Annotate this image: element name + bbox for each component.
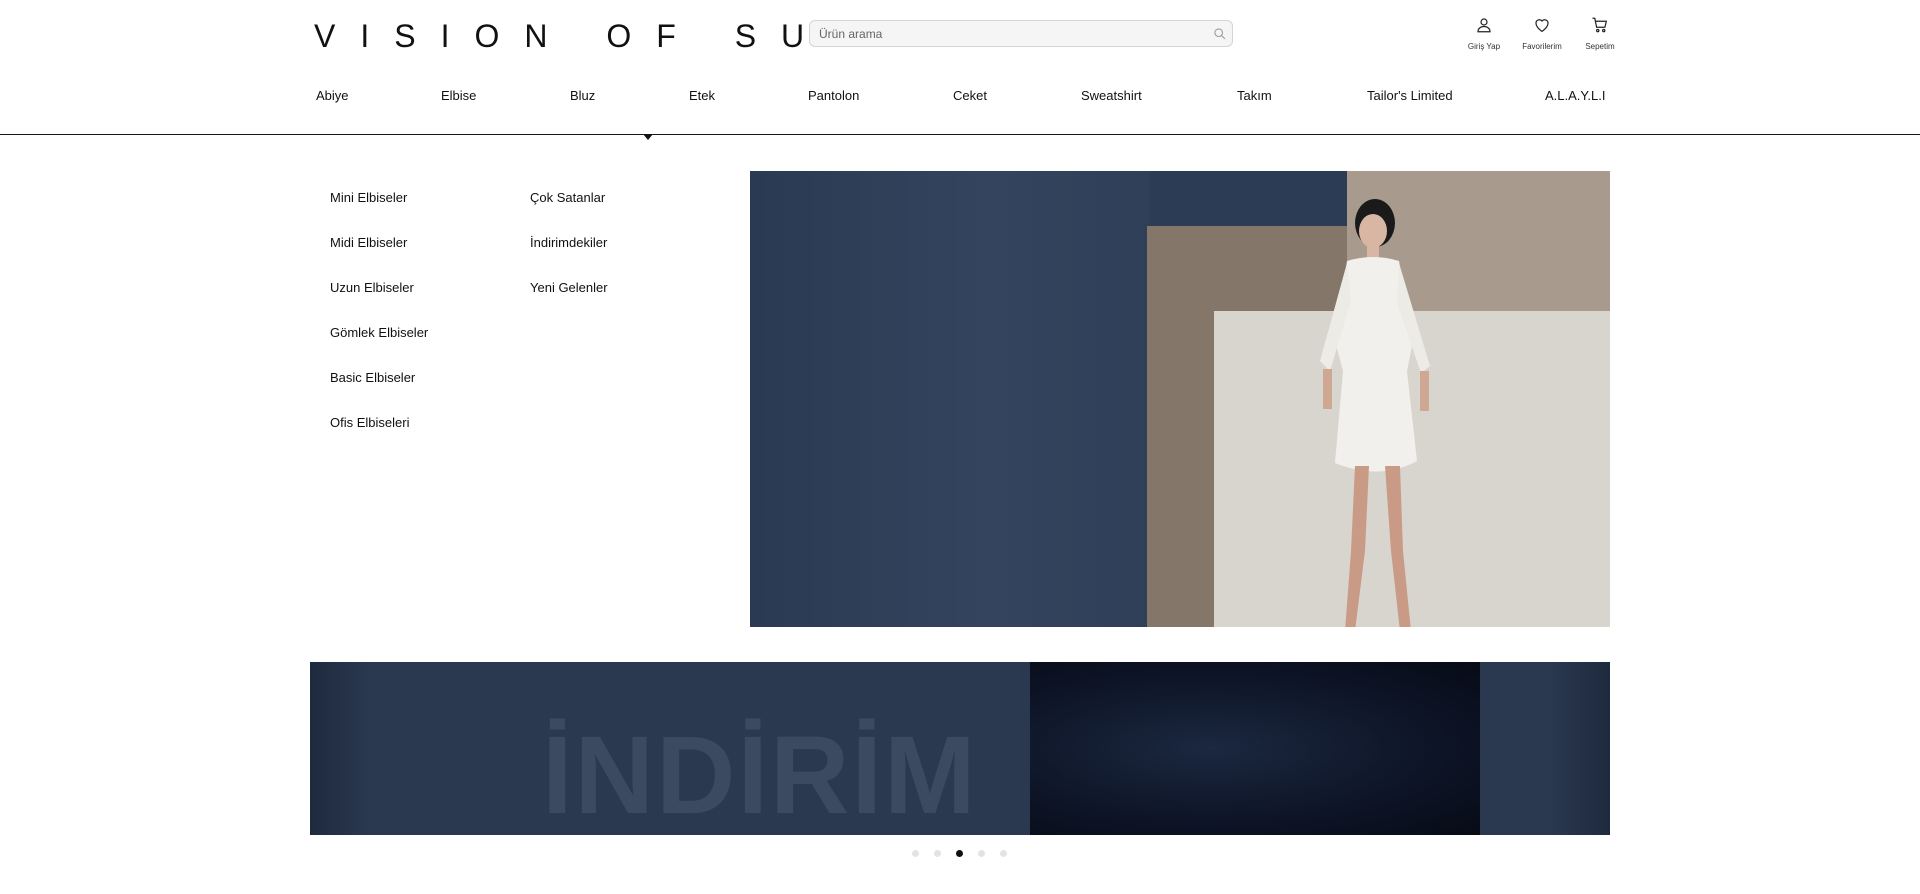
banner-fabric-image — [1030, 662, 1480, 835]
user-icon — [1475, 16, 1493, 39]
nav-item-sweatshirt[interactable]: Sweatshirt — [1081, 88, 1142, 103]
favorites-label: Favorilerim — [1522, 42, 1562, 51]
mega-menu-collections: Çok Satanlar İndirimdekiler Yeni Gelenle… — [530, 180, 608, 315]
menu-link-yeni-gelenler[interactable]: Yeni Gelenler — [530, 270, 608, 315]
login-label: Giriş Yap — [1467, 42, 1501, 51]
site-header: VISION OF SULZ Giriş Yap Favorilerim — [0, 0, 1920, 135]
cart-button[interactable]: Sepetim — [1571, 16, 1629, 51]
nav-item-abiye[interactable]: Abiye — [316, 88, 349, 103]
nav-item-takim[interactable]: Takım — [1237, 88, 1272, 103]
sale-banner[interactable]: İNDİRİM — [310, 662, 1610, 835]
menu-link-ofis-elbiseleri[interactable]: Ofis Elbiseleri — [330, 405, 428, 450]
active-menu-caret — [643, 134, 653, 140]
header-actions: Giriş Yap Favorilerim Sepetim — [1455, 16, 1629, 51]
search-icon[interactable] — [1206, 21, 1232, 47]
search-box — [809, 20, 1233, 47]
menu-link-cok-satanlar[interactable]: Çok Satanlar — [530, 180, 608, 225]
nav-item-alayli[interactable]: A.L.A.Y.L.I — [1545, 88, 1605, 103]
carousel-dot-2[interactable] — [934, 850, 941, 857]
heart-icon — [1533, 16, 1551, 39]
carousel-pagination — [912, 850, 1022, 857]
nav-item-etek[interactable]: Etek — [689, 88, 715, 103]
favorites-button[interactable]: Favorilerim — [1513, 16, 1571, 51]
nav-item-tailors-limited[interactable]: Tailor's Limited — [1367, 88, 1453, 103]
carousel-dot-4[interactable] — [978, 850, 985, 857]
search-input[interactable] — [810, 21, 1206, 46]
menu-link-uzun-elbiseler[interactable]: Uzun Elbiseler — [330, 270, 428, 315]
cart-label: Sepetim — [1585, 42, 1615, 51]
login-button[interactable]: Giriş Yap — [1455, 16, 1513, 51]
carousel-dot-3[interactable] — [956, 850, 963, 857]
model-figure — [1320, 199, 1430, 627]
nav-item-elbise[interactable]: Elbise — [441, 88, 476, 103]
banner-text: İNDİRİM — [542, 714, 978, 835]
menu-link-indirimdekiler[interactable]: İndirimdekiler — [530, 225, 608, 270]
backdrop-wall — [750, 171, 1150, 627]
carousel-dot-1[interactable] — [912, 850, 919, 857]
menu-link-mini-elbiseler[interactable]: Mini Elbiseler — [330, 180, 428, 225]
nav-item-ceket[interactable]: Ceket — [953, 88, 987, 103]
mega-menu-categories: Mini Elbiseler Midi Elbiseler Uzun Elbis… — [330, 180, 428, 450]
nav-item-bluz[interactable]: Bluz — [570, 88, 595, 103]
cart-icon — [1591, 16, 1609, 39]
menu-link-midi-elbiseler[interactable]: Midi Elbiseler — [330, 225, 428, 270]
main-nav: Abiye Elbise Bluz Etek Pantolon Ceket Sw… — [0, 88, 1920, 110]
carousel-dot-5[interactable] — [1000, 850, 1007, 857]
menu-promo-image[interactable] — [750, 171, 1610, 627]
menu-link-basic-elbiseler[interactable]: Basic Elbiseler — [330, 360, 428, 405]
nav-item-pantolon[interactable]: Pantolon — [808, 88, 859, 103]
menu-link-gomlek-elbiseler[interactable]: Gömlek Elbiseler — [330, 315, 428, 360]
